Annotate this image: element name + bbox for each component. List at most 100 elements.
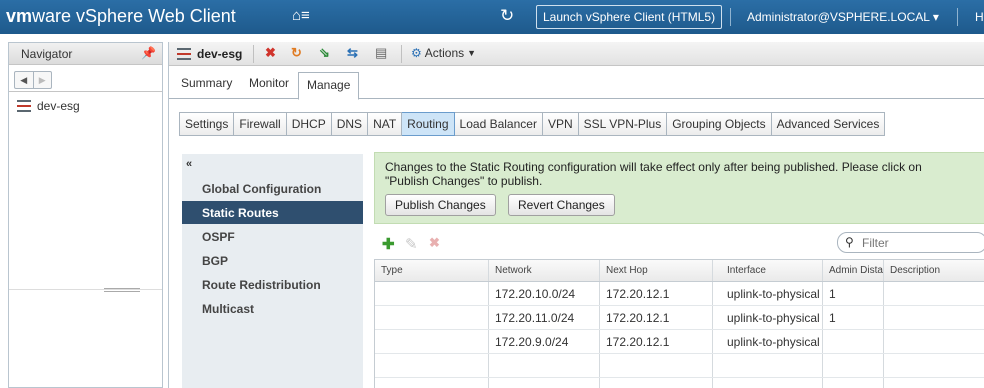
object-tabs: Summary Monitor Manage: [169, 72, 984, 100]
home-icon[interactable]: ⌂≡: [292, 7, 310, 24]
cell-interface: uplink-to-physical: [713, 282, 823, 305]
routing-menu-multicast[interactable]: Multicast: [182, 297, 363, 320]
subtab-firewall[interactable]: Firewall: [234, 112, 287, 136]
vmware-logo: vmware vSphere Web Client: [6, 6, 236, 26]
publish-changes-button[interactable]: Publish Changes: [385, 194, 496, 216]
subtab-vpn[interactable]: VPN: [542, 112, 579, 136]
cell-admin-distance: 1: [823, 306, 884, 329]
table-row-empty: [375, 378, 984, 388]
grid-toolbar: ✚ ✎ ✖ ⚲: [374, 230, 984, 256]
table-row[interactable]: 172.20.10.0/24 172.20.12.1 uplink-to-phy…: [375, 282, 984, 306]
top-bar: vmware vSphere Web Client ⌂≡ ↻ Launch vS…: [0, 0, 984, 34]
table-row[interactable]: 172.20.11.0/24 172.20.12.1 uplink-to-phy…: [375, 306, 984, 330]
cell-description: [884, 306, 984, 329]
routing-menu: « Global Configuration Static Routes OSP…: [182, 154, 363, 388]
history-nav: ◀ ▶: [14, 71, 52, 89]
subtab-settings[interactable]: Settings: [179, 112, 235, 136]
navigator-header: Navigator 📌: [9, 43, 162, 65]
actions-menu[interactable]: ⚙ Actions ▼: [411, 46, 476, 60]
pin-icon[interactable]: 📌: [141, 46, 156, 60]
navigator-panel: Navigator 📌 ◀ ▶ dev-esg: [8, 42, 163, 388]
search-icon: ⚲: [845, 235, 854, 249]
edge-gateway-icon: [17, 100, 31, 112]
sync-icon[interactable]: ↻: [291, 46, 302, 60]
subtab-routing[interactable]: Routing: [402, 112, 455, 136]
tab-monitor[interactable]: Monitor: [249, 76, 289, 90]
collapse-icon[interactable]: «: [186, 158, 192, 170]
resize-handle[interactable]: [104, 288, 140, 292]
routing-menu-static-routes[interactable]: Static Routes: [182, 201, 363, 224]
cell-network: 172.20.9.0/24: [489, 330, 600, 353]
table-row[interactable]: 172.20.9.0/24 172.20.12.1 uplink-to-phys…: [375, 330, 984, 354]
back-icon[interactable]: ◀: [15, 72, 33, 88]
launch-html5-client-button[interactable]: Launch vSphere Client (HTML5): [536, 5, 723, 29]
cell-next-hop: 172.20.12.1: [600, 330, 713, 353]
column-header-next-hop[interactable]: Next Hop: [600, 260, 713, 281]
cell-type: [375, 306, 489, 329]
subtab-dns[interactable]: DNS: [331, 112, 369, 136]
refresh-icon[interactable]: ↻: [500, 6, 514, 26]
object-toolbar: dev-esg ✖ ↻ ⇘ ⇆ ▤ ⚙ Actions ▼: [169, 42, 984, 66]
column-header-network[interactable]: Network: [489, 260, 600, 281]
cell-type: [375, 330, 489, 353]
cell-next-hop: 172.20.12.1: [600, 306, 713, 329]
cell-description: [884, 282, 984, 305]
column-header-interface[interactable]: Interface: [713, 260, 823, 281]
cell-network: 172.20.11.0/24: [489, 306, 600, 329]
user-menu[interactable]: Administrator@VSPHERE.LOCAL ▾: [747, 10, 939, 24]
migrate-icon[interactable]: ⇆: [347, 46, 358, 60]
filter-input[interactable]: [862, 235, 972, 250]
cell-description: [884, 330, 984, 353]
cell-next-hop: 172.20.12.1: [600, 282, 713, 305]
divider: [253, 45, 254, 63]
filter-field[interactable]: ⚲: [837, 232, 984, 253]
subtab-ssl-vpn-plus[interactable]: SSL VPN-Plus: [578, 112, 668, 136]
chevron-down-icon: ▾: [932, 10, 939, 24]
help-menu[interactable]: H: [975, 10, 984, 24]
column-header-type[interactable]: Type: [375, 260, 489, 281]
forward-icon[interactable]: ▶: [32, 72, 52, 88]
routing-menu-route-redistribution[interactable]: Route Redistribution: [182, 273, 363, 296]
column-header-admin-distance[interactable]: Admin Dista: [823, 260, 884, 281]
table-header: Type Network Next Hop Interface Admin Di…: [375, 260, 984, 282]
divider: [401, 45, 402, 63]
gear-icon: ⚙: [411, 46, 422, 60]
cell-admin-distance: [823, 330, 884, 353]
manage-subtabs: Settings Firewall DHCP DNS NAT Routing L…: [179, 112, 886, 136]
notes-icon[interactable]: ▤: [375, 46, 387, 60]
subtab-load-balancer[interactable]: Load Balancer: [454, 112, 543, 136]
cell-type: [375, 282, 489, 305]
notice-text: Changes to the Static Routing configurat…: [385, 160, 922, 188]
divider: [9, 91, 162, 92]
subtab-nat[interactable]: NAT: [368, 112, 403, 136]
add-icon[interactable]: ✚: [382, 235, 395, 253]
main-panel: dev-esg ✖ ↻ ⇘ ⇆ ▤ ⚙ Actions ▼ Summary Mo…: [168, 42, 984, 388]
divider: [730, 8, 731, 26]
tab-manage[interactable]: Manage: [298, 72, 360, 100]
cell-interface: uplink-to-physical: [713, 306, 823, 329]
delete-icon[interactable]: ✖: [429, 235, 440, 251]
edit-icon[interactable]: ✎: [405, 235, 418, 253]
tab-summary[interactable]: Summary: [181, 76, 232, 90]
navigator-item-dev-esg[interactable]: dev-esg: [17, 99, 80, 113]
cell-network: 172.20.10.0/24: [489, 282, 600, 305]
subtab-grouping-objects[interactable]: Grouping Objects: [667, 112, 772, 136]
object-title: dev-esg: [177, 47, 242, 61]
routing-menu-global-configuration[interactable]: Global Configuration: [182, 177, 363, 200]
subtab-dhcp[interactable]: DHCP: [286, 112, 332, 136]
routing-menu-ospf[interactable]: OSPF: [182, 225, 363, 248]
static-routes-table: Type Network Next Hop Interface Admin Di…: [374, 259, 984, 388]
routing-menu-bgp[interactable]: BGP: [182, 249, 363, 272]
edge-gateway-icon: [177, 48, 191, 60]
subtab-advanced-services[interactable]: Advanced Services: [771, 112, 886, 136]
navigator-item-label: dev-esg: [37, 99, 80, 113]
deploy-icon[interactable]: ⇘: [319, 46, 330, 60]
column-header-description[interactable]: Description: [884, 260, 984, 281]
cell-interface: uplink-to-physical: [713, 330, 823, 353]
cell-admin-distance: 1: [823, 282, 884, 305]
divider: [957, 8, 958, 26]
table-row-empty: [375, 354, 984, 378]
delete-icon[interactable]: ✖: [265, 46, 276, 60]
chevron-down-icon: ▼: [467, 48, 477, 58]
revert-changes-button[interactable]: Revert Changes: [508, 194, 615, 216]
